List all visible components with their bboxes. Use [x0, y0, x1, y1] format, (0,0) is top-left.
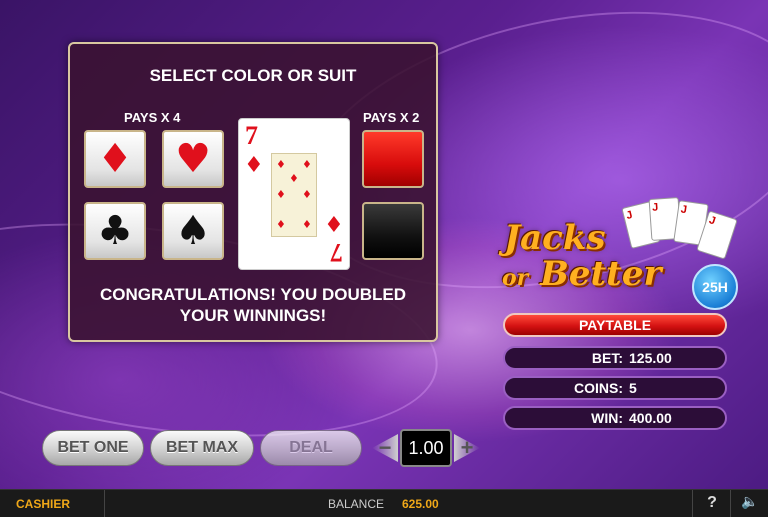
logo-title: Jacks: [504, 218, 606, 258]
gamble-card: 7 ♦ ♦ ♦ ♦ ♦ ♦ ♦ ♦ ♦ 7: [238, 118, 350, 270]
win-label: WIN:: [591, 410, 623, 426]
win-display: WIN: 400.00: [503, 406, 727, 430]
variant-badge: 25H: [692, 264, 738, 310]
diamond-icon: ♦: [289, 172, 299, 185]
coins-label: COINS:: [574, 380, 623, 396]
divider: [692, 490, 693, 517]
heart-icon: ♥: [175, 136, 211, 182]
logo-or: or: [502, 265, 529, 291]
club-icon: ♣: [97, 208, 133, 254]
speaker-icon[interactable]: 🔈: [738, 494, 762, 514]
logo-subtitle: or Better: [502, 254, 661, 294]
card-rank: 7: [245, 121, 258, 150]
coin-decrease-button[interactable]: −: [372, 434, 398, 462]
deal-button[interactable]: DEAL: [260, 430, 362, 466]
black-color-button[interactable]: [362, 202, 424, 260]
cashier-button[interactable]: CASHIER: [16, 497, 70, 511]
diamond-icon: ♦: [302, 158, 312, 171]
bet-display: BET: 125.00: [503, 346, 727, 370]
win-message-line: CONGRATULATIONS! YOU DOUBLED: [100, 285, 406, 304]
coins-display: COINS: 5: [503, 376, 727, 400]
diamond-icon: ♦: [276, 218, 286, 231]
card-face: ♦ ♦ ♦ ♦ ♦ ♦ ♦: [271, 153, 317, 237]
win-value: 400.00: [629, 410, 672, 426]
diamonds-suit-button[interactable]: ♦: [84, 130, 146, 188]
bet-value: 125.00: [629, 350, 672, 366]
diamond-icon: ♦: [302, 218, 312, 231]
bottom-bar: CASHIER BALANCE 625.00 ? 🔈: [0, 489, 768, 517]
hearts-suit-button[interactable]: ♥: [162, 130, 224, 188]
card-suit-icon: ♦: [324, 210, 344, 235]
diamond-icon: ♦: [276, 158, 286, 171]
win-message: CONGRATULATIONS! YOU DOUBLED YOUR WINNIN…: [70, 284, 436, 326]
bet-label: BET:: [591, 350, 623, 366]
coin-increase-button[interactable]: +: [454, 434, 480, 462]
gamble-title: SELECT COLOR OR SUIT: [149, 66, 357, 85]
card-rank: 7: [330, 238, 343, 267]
pays-suit-label: PAYS X 4: [124, 110, 181, 125]
divider: [104, 490, 105, 517]
spade-icon: ♠: [175, 208, 211, 254]
diamond-icon: ♦: [97, 136, 133, 182]
balance-value: 625.00: [402, 497, 439, 511]
coins-value: 5: [629, 380, 637, 396]
red-color-button[interactable]: [362, 130, 424, 188]
divider: [730, 490, 731, 517]
help-icon[interactable]: ?: [700, 494, 724, 514]
pays-color-label: PAYS X 2: [363, 110, 420, 125]
bet-one-button[interactable]: BET ONE: [42, 430, 144, 466]
paytable-button[interactable]: PAYTABLE: [503, 313, 727, 337]
diamond-icon: ♦: [276, 188, 286, 201]
clubs-suit-button[interactable]: ♣: [84, 202, 146, 260]
coin-value-display: 1.00: [400, 429, 452, 467]
win-message-line: YOUR WINNINGS!: [179, 306, 327, 325]
spades-suit-button[interactable]: ♠: [162, 202, 224, 260]
gamble-panel: SELECT COLOR OR SUIT PAYS X 4 PAYS X 2 ♦…: [68, 42, 438, 342]
diamond-icon: ♦: [302, 188, 312, 201]
bet-max-button[interactable]: BET MAX: [150, 430, 254, 466]
logo-better: Better: [540, 254, 662, 294]
balance-label: BALANCE: [328, 497, 385, 511]
card-suit-icon: ♦: [244, 153, 264, 178]
